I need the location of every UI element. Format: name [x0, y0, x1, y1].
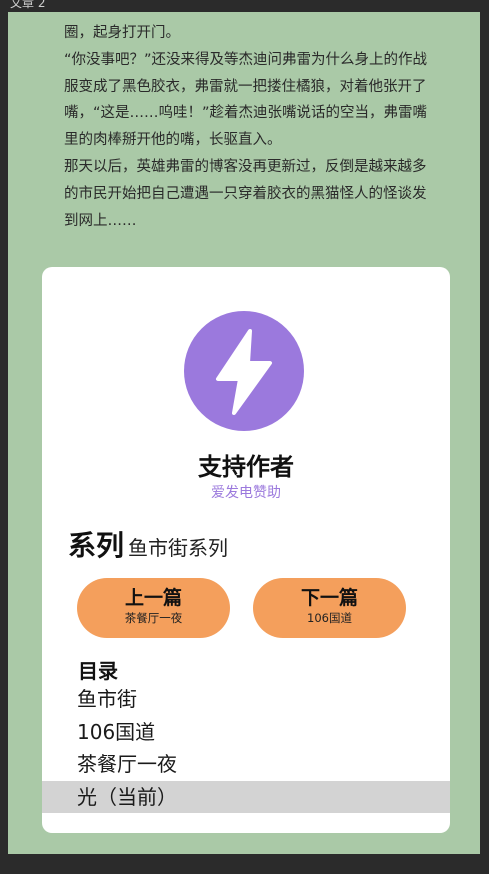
support-card: 支持作者 爱发电赞助 系列 鱼市街系列 上一篇 茶餐厅一夜 下一篇 106国道 目…	[42, 267, 450, 833]
lightning-bolt-glyph	[216, 329, 272, 415]
toc-item-fish-market[interactable]: 鱼市街	[42, 683, 450, 716]
article-page: 圈，起身打开门。 “你没事吧？”还没来得及等杰迪问弗雷为什么身上的作战服变成了黑…	[8, 12, 480, 854]
lightning-bolt-icon[interactable]	[184, 311, 304, 431]
series-heading: 系列 鱼市街系列	[68, 524, 228, 564]
story-paragraph: 圈，起身打开门。	[64, 25, 180, 41]
window-bottom-bar	[0, 854, 489, 874]
next-article-button[interactable]: 下一篇 106国道	[253, 578, 406, 638]
support-author-title: 支持作者	[198, 453, 294, 481]
previous-article-button[interactable]: 上一篇 茶餐厅一夜	[77, 578, 230, 638]
window-titlebar: 文章 2	[0, 0, 489, 12]
window-title: 文章 2	[10, 0, 46, 10]
story-paragraph: 那天以后，英雄弗雷的博客没再更新过，反倒是越来越多的市民开始把自己遭遇一只穿着胶…	[64, 158, 427, 229]
toc-title: 目录	[78, 659, 118, 683]
sponsor-link[interactable]: 爱发电赞助	[42, 482, 450, 502]
next-article-label: 下一篇	[300, 587, 358, 609]
series-name: 鱼市街系列	[128, 536, 229, 560]
series-label: 系列	[68, 529, 125, 562]
toc-item-tea-restaurant[interactable]: 茶餐厅一夜	[42, 748, 450, 781]
toc-item-route-106[interactable]: 106国道	[42, 716, 450, 749]
toc-item-current[interactable]: 光（当前）	[42, 780, 450, 813]
toc-list: 鱼市街 106国道 茶餐厅一夜 光（当前）	[42, 683, 450, 813]
story-text: 圈，起身打开门。 “你没事吧？”还没来得及等杰迪问弗雷为什么身上的作战服变成了黑…	[64, 20, 439, 234]
story-paragraph: “你没事吧？”还没来得及等杰迪问弗雷为什么身上的作战服变成了黑色胶衣，弗雷就一把…	[64, 51, 428, 149]
next-article-title: 106国道	[307, 611, 352, 625]
previous-article-label: 上一篇	[124, 587, 182, 609]
previous-article-title: 茶餐厅一夜	[124, 611, 183, 625]
